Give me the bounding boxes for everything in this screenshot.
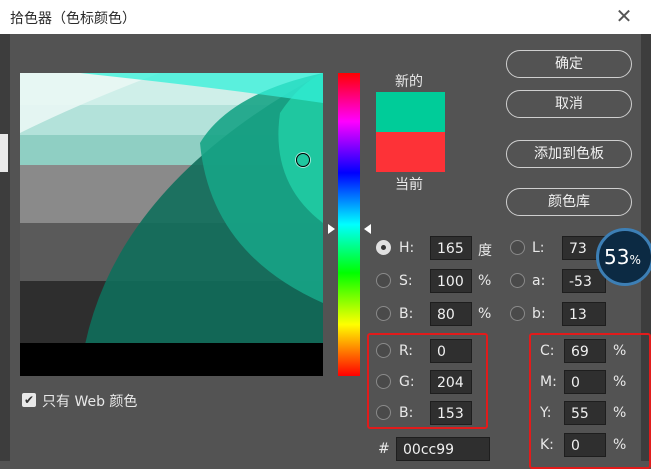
g-field[interactable]: 204	[430, 370, 472, 394]
r-label: R:	[399, 343, 414, 359]
c-label: C:	[540, 343, 555, 359]
progress-badge-value: 53	[604, 245, 630, 269]
h-label: H:	[399, 240, 415, 256]
y-field[interactable]: 55	[564, 401, 606, 425]
m-unit: %	[613, 374, 627, 390]
h-field[interactable]: 165	[430, 236, 472, 260]
c-unit: %	[613, 343, 627, 359]
s-unit: %	[478, 273, 492, 289]
current-color-label: 当前	[395, 177, 423, 193]
c-field[interactable]: 69	[564, 339, 606, 363]
new-color-label: 新的	[395, 74, 423, 90]
progress-badge-unit: %	[629, 253, 641, 267]
lab-b-label: b:	[532, 306, 546, 322]
g-label: G:	[399, 374, 415, 390]
b-label: B:	[399, 306, 414, 322]
color-libraries-button[interactable]: 颜色库	[506, 188, 632, 216]
brightness-unit: %	[478, 306, 492, 322]
l-label: L:	[532, 240, 545, 256]
radio-g[interactable]	[376, 374, 391, 389]
background-left-strip	[0, 34, 10, 461]
radio-l[interactable]	[510, 240, 525, 255]
h-unit: 度	[478, 243, 492, 259]
color-picker-ring[interactable]	[296, 153, 310, 167]
hex-label: #	[378, 441, 390, 457]
radio-b[interactable]	[376, 306, 391, 321]
cancel-button[interactable]: 取消	[506, 90, 632, 118]
s-label: S:	[399, 273, 413, 289]
hue-slider-left-arrow[interactable]	[328, 224, 335, 234]
radio-h[interactable]	[376, 240, 391, 255]
k-field[interactable]: 0	[564, 433, 606, 457]
blue-field[interactable]: 153	[430, 401, 472, 425]
radio-a[interactable]	[510, 273, 525, 288]
add-to-swatches-button[interactable]: 添加到色板	[506, 140, 632, 168]
brightness-field[interactable]: 80	[430, 302, 472, 326]
radio-lab-b[interactable]	[510, 306, 525, 321]
radio-r[interactable]	[376, 343, 391, 358]
web-only-checkbox[interactable]: ✔	[22, 393, 36, 407]
r-field[interactable]: 0	[430, 339, 472, 363]
blue-label: B:	[399, 405, 414, 421]
radio-blue[interactable]	[376, 405, 391, 420]
s-field[interactable]: 100	[430, 269, 472, 293]
current-color-swatch[interactable]	[376, 132, 445, 172]
a-field[interactable]: -53	[562, 269, 606, 293]
ok-button[interactable]: 确定	[506, 50, 632, 78]
color-field[interactable]	[20, 73, 323, 376]
lab-b-field[interactable]: 13	[562, 302, 606, 326]
y-unit: %	[613, 405, 627, 421]
hue-slider-right-arrow[interactable]	[364, 224, 371, 234]
close-icon[interactable]: ✕	[612, 4, 636, 28]
progress-badge-text: 53%	[604, 245, 641, 269]
radio-s[interactable]	[376, 273, 391, 288]
background-panel	[0, 134, 8, 172]
m-field[interactable]: 0	[564, 370, 606, 394]
hue-slider[interactable]	[338, 73, 360, 376]
dialog-title: 拾色器（色标颜色）	[10, 11, 136, 27]
y-label: Y:	[540, 405, 552, 421]
m-label: M:	[540, 374, 557, 390]
new-color-swatch	[376, 92, 445, 132]
web-only-label: 只有 Web 颜色	[42, 394, 138, 410]
k-unit: %	[613, 437, 627, 453]
a-label: a:	[532, 273, 546, 289]
k-label: K:	[540, 437, 554, 453]
hex-field[interactable]: 00cc99	[396, 437, 490, 461]
